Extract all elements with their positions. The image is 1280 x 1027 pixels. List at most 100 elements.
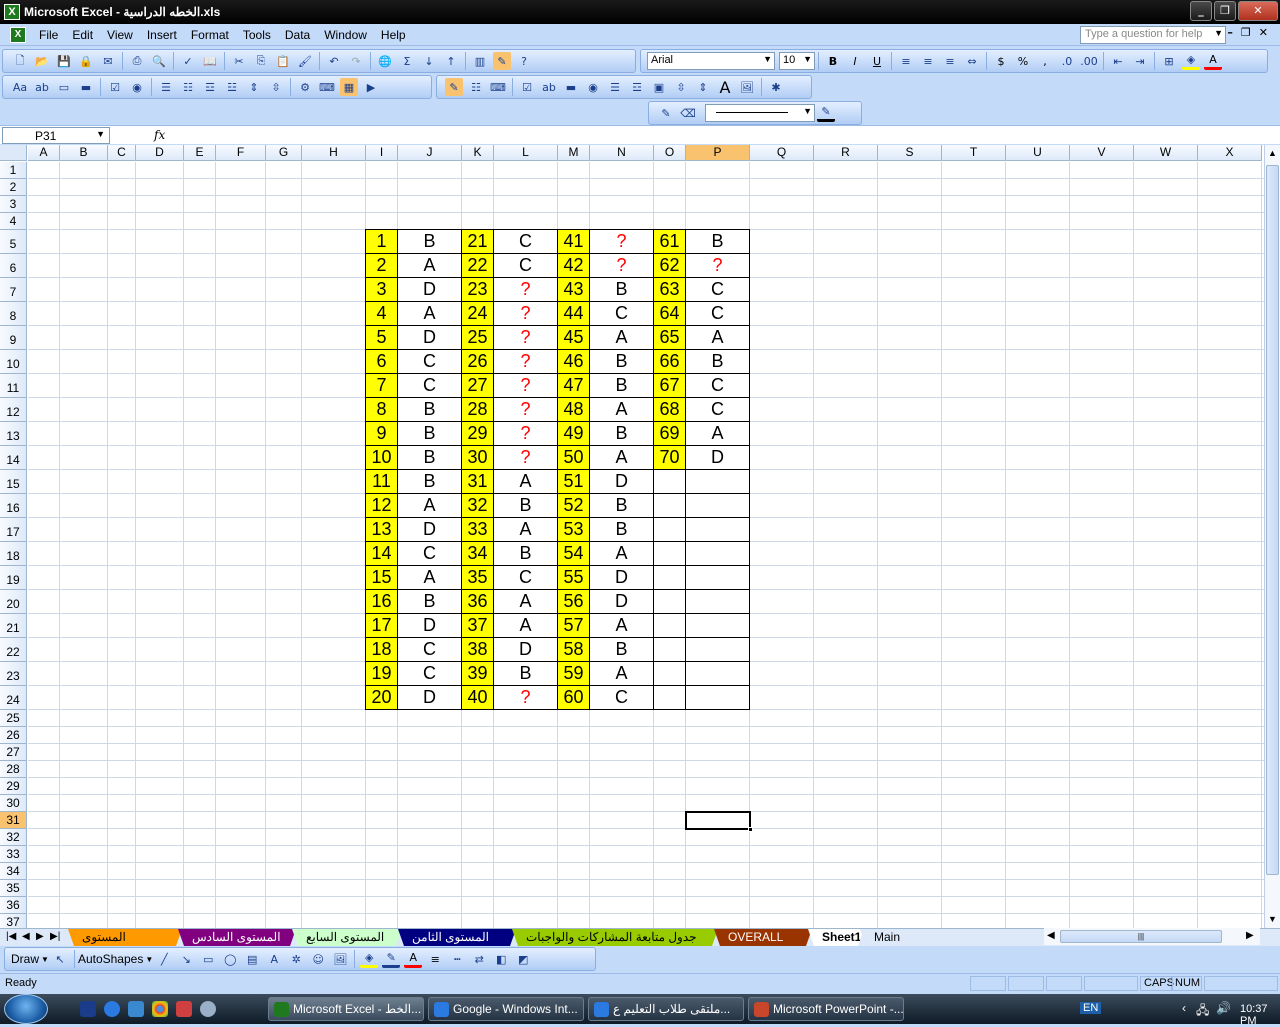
question-number-cell[interactable]: 69 [654,422,686,446]
question-number-cell[interactable]: 13 [366,518,398,542]
comma-icon[interactable]: , [1036,52,1054,70]
answer-cell[interactable]: B [398,590,462,614]
row-header-9[interactable]: 9 [0,326,27,350]
answer-cell[interactable]: ? [494,278,558,302]
question-number-cell[interactable]: 55 [558,566,590,590]
textbox-icon[interactable]: ab [540,78,558,96]
answer-cell[interactable]: B [590,350,654,374]
question-number-cell[interactable]: 19 [366,662,398,686]
answer-cell[interactable]: C [494,230,558,254]
question-number-cell[interactable]: 26 [462,350,494,374]
paste-icon[interactable]: 📋 [274,52,292,70]
security-icon[interactable] [128,1001,144,1017]
checkbox-icon[interactable]: ☑ [106,78,124,96]
question-number-cell[interactable] [654,662,686,686]
question-number-cell[interactable]: 9 [366,422,398,446]
question-number-cell[interactable] [654,614,686,638]
question-number-cell[interactable]: 14 [366,542,398,566]
line-color-icon[interactable]: ✎ [817,104,835,122]
row-header-22[interactable]: 22 [0,638,27,662]
name-box[interactable]: P31 ▼ [2,127,110,144]
question-number-cell[interactable]: 61 [654,230,686,254]
row-header-35[interactable]: 35 [0,880,27,897]
align-right-icon[interactable]: ≡ [941,52,959,70]
line-style-select[interactable]: ▼ [705,104,815,122]
menu-format[interactable]: Format [184,28,236,42]
question-number-cell[interactable]: 47 [558,374,590,398]
question-number-cell[interactable] [654,686,686,710]
row-header-21[interactable]: 21 [0,614,27,638]
permission-icon[interactable]: 🔒 [77,52,95,70]
command-button-icon[interactable]: ▬ [562,78,580,96]
answer-cell[interactable]: B [398,446,462,470]
question-number-cell[interactable]: 23 [462,278,494,302]
formula-input[interactable] [170,127,1280,144]
answer-cell[interactable]: B [494,494,558,518]
question-number-cell[interactable]: 28 [462,398,494,422]
answer-cell[interactable]: C [494,566,558,590]
autosum-icon[interactable]: Σ [398,52,416,70]
chevron-down-icon[interactable]: ▼ [803,54,812,64]
picture-icon[interactable]: 🖼 [331,950,349,968]
scroll-bar-icon[interactable]: ⇕ [245,78,263,96]
answer-cell[interactable]: A [590,446,654,470]
group-box-icon[interactable]: ▭ [55,78,73,96]
answer-cell[interactable]: C [686,398,750,422]
combo-list-edit-icon[interactable]: ☲ [201,78,219,96]
answer-cell[interactable]: ? [494,302,558,326]
save-icon[interactable]: 💾 [55,52,73,70]
help-search-input[interactable]: Type a question for help ▼ [1080,26,1226,44]
column-header-f[interactable]: F [216,145,266,161]
question-number-cell[interactable]: 64 [654,302,686,326]
scroll-left-icon[interactable]: ◀ [1047,928,1055,944]
column-header-h[interactable]: H [302,145,366,161]
question-number-cell[interactable]: 54 [558,542,590,566]
font-color-icon[interactable]: A [404,950,423,968]
spin-button-icon[interactable]: ⇳ [672,78,690,96]
merge-center-icon[interactable]: ⇔ [963,52,981,70]
menu-data[interactable]: Data [278,28,317,42]
row-header-8[interactable]: 8 [0,302,27,326]
row-header-15[interactable]: 15 [0,470,27,494]
row-header-10[interactable]: 10 [0,350,27,374]
properties-icon[interactable]: ☷ [467,78,485,96]
taskbar-button[interactable]: Google - Windows Int... [428,997,584,1021]
question-number-cell[interactable]: 16 [366,590,398,614]
answer-cell[interactable]: C [398,638,462,662]
row-header-17[interactable]: 17 [0,518,27,542]
answer-cell[interactable]: ? [494,374,558,398]
function-icon[interactable]: fx [154,128,165,142]
answer-cell[interactable]: A [494,614,558,638]
question-number-cell[interactable]: 10 [366,446,398,470]
answer-cell[interactable]: ? [494,422,558,446]
answer-cell[interactable] [686,542,750,566]
combo-box-icon[interactable]: ☷ [179,78,197,96]
workbook-icon[interactable]: X [10,26,26,43]
row-header-13[interactable]: 13 [0,422,27,446]
question-number-cell[interactable]: 50 [558,446,590,470]
edit-box-icon[interactable]: ab [33,78,51,96]
answer-cell[interactable]: D [398,518,462,542]
question-number-cell[interactable]: 40 [462,686,494,710]
answer-cell[interactable]: C [398,350,462,374]
email-icon[interactable]: ✉ [99,52,117,70]
scroll-thumb[interactable] [1266,165,1279,875]
answer-cell[interactable]: A [686,326,750,350]
scroll-bar-icon[interactable]: ⇕ [694,78,712,96]
combo-dropdown-edit-icon[interactable]: ☳ [223,78,241,96]
menu-window[interactable]: Window [317,28,374,42]
font-color-icon[interactable]: A [1204,52,1222,70]
question-number-cell[interactable]: 56 [558,590,590,614]
row-header-11[interactable]: 11 [0,374,27,398]
fill-color-icon[interactable]: ◈ [1182,52,1200,70]
question-number-cell[interactable]: 53 [558,518,590,542]
question-number-cell[interactable]: 62 [654,254,686,278]
question-number-cell[interactable] [654,542,686,566]
question-number-cell[interactable]: 65 [654,326,686,350]
row-header-24[interactable]: 24 [0,686,27,710]
answer-cell[interactable] [686,470,750,494]
column-header-k[interactable]: K [462,145,494,161]
question-number-cell[interactable]: 7 [366,374,398,398]
column-header-c[interactable]: C [108,145,136,161]
horizontal-scrollbar[interactable]: ◀ ||| ▶ [1044,928,1260,945]
